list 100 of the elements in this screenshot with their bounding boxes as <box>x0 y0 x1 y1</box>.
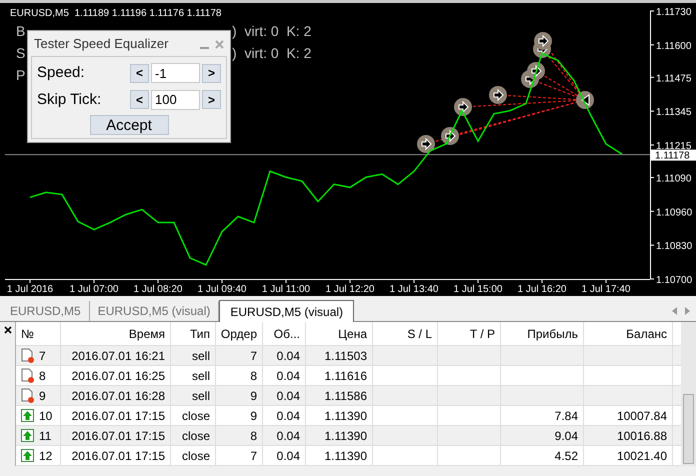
table-cell-text: 2016.07.01 16:21 <box>72 348 165 364</box>
info-text: ) virt: 0 K: 2 <box>232 22 312 41</box>
price-label: 1.11475 <box>656 73 692 84</box>
table-cell-text: 0.04 <box>276 428 300 444</box>
table-cell-text: 0.04 <box>276 448 300 464</box>
table-cell-text: 0.04 <box>276 408 300 424</box>
value-field[interactable]: -1 <box>151 63 200 84</box>
scroll-right-icon[interactable] <box>685 307 690 315</box>
document-icon <box>21 348 34 363</box>
time-label: 1 Jul 12:20 <box>326 284 374 295</box>
column-header[interactable]: № <box>16 322 61 345</box>
up-arrow-icon <box>21 429 34 442</box>
table-row[interactable]: 8 2016.07.01 16:25 sell 8 0.04 1.11616 <box>16 366 681 386</box>
table-cell-text: 10016.88 <box>616 428 667 444</box>
table-cell-text: 9 <box>250 408 257 424</box>
column-header[interactable]: Цена <box>306 322 373 345</box>
increase-button[interactable]: > <box>202 64 221 83</box>
document-icon <box>21 368 34 383</box>
scroll-left-icon[interactable] <box>672 307 677 315</box>
table-cell-text: 1.11503 <box>324 348 367 364</box>
table-cell-text: 10 <box>39 408 52 424</box>
field-label: Speed: <box>37 63 86 83</box>
table-cell-text: 10007.84 <box>616 408 667 424</box>
panel-title: Tester Speed Equalizer <box>34 35 168 54</box>
increase-button[interactable]: > <box>202 90 221 110</box>
accept-button[interactable]: Accept <box>90 115 168 135</box>
table-cell-text: 1.11586 <box>324 388 367 404</box>
table-cell-text: sell <box>192 368 210 384</box>
price-label: 1.10700 <box>656 275 692 286</box>
table-cell-text: 1.11390 <box>324 408 367 424</box>
column-header[interactable]: S / L <box>373 322 438 345</box>
table-cell-text: 2016.07.01 17:15 <box>72 428 165 444</box>
info-text: ) virt: 0 K: 2 <box>232 44 312 63</box>
table-cell-text: 9.04 <box>554 428 578 444</box>
table-cell-text: 9 <box>250 388 257 404</box>
table-cell-text: 1.11616 <box>324 368 367 384</box>
column-header[interactable]: Об... <box>263 322 306 345</box>
info-text: P <box>16 66 26 83</box>
time-label: 1 Jul 16:20 <box>518 284 566 295</box>
table-cell-text: 0.04 <box>276 388 300 404</box>
column-header[interactable]: Время <box>61 322 171 345</box>
time-label: 1 Jul 08:20 <box>134 284 182 295</box>
column-header[interactable]: Баланс <box>584 322 673 345</box>
info-text: S <box>16 44 26 61</box>
table-row[interactable]: 7 2016.07.01 16:21 sell 7 0.04 1.11503 <box>16 346 681 366</box>
decrease-button[interactable]: < <box>130 64 149 83</box>
table-row[interactable]: 12 2016.07.01 17:15 close 7 0.04 1.11390 4.52 10021.40 <box>16 446 681 466</box>
value-field[interactable]: 100 <box>151 90 200 110</box>
table-cell-text: 11 <box>39 428 52 444</box>
table-cell-text: 9 <box>39 388 46 404</box>
table-cell-text: sell <box>192 348 210 364</box>
document-icon <box>21 388 34 403</box>
field-label: Skip Tick: <box>37 90 102 110</box>
tab[interactable]: EURUSD,M5 (visual) <box>219 300 354 322</box>
table-cell-text: 2016.07.01 16:25 <box>72 368 165 384</box>
close-icon[interactable] <box>4 326 12 334</box>
column-header[interactable]: Ордер <box>216 322 263 345</box>
price-label: 1.11730 <box>656 7 692 18</box>
table-cell-text: 8 <box>250 368 257 384</box>
table-cell-text: 2016.07.01 17:15 <box>72 448 165 464</box>
price-label: 1.10960 <box>656 207 692 218</box>
table-cell-text: 4.52 <box>554 448 578 464</box>
scrollbar[interactable] <box>681 322 696 466</box>
up-arrow-icon <box>21 409 34 422</box>
table-row[interactable]: 11 2016.07.01 17:15 close 8 0.04 1.11390 9.04 10016.88 <box>16 426 681 446</box>
table-row[interactable]: 10 2016.07.01 17:15 close 9 0.04 1.11390 7.84 10007.84 <box>16 406 681 426</box>
price-label: 1.11090 <box>656 174 692 185</box>
ref-line-label: 1.11178 <box>655 150 690 162</box>
price-label: 1.11215 <box>656 141 692 152</box>
table-cell-text: 0.04 <box>276 348 300 364</box>
column-header[interactable]: Тип <box>171 322 216 345</box>
up-arrow-icon <box>21 449 34 462</box>
time-label: 1 Jul 11:00 <box>262 284 310 295</box>
column-header[interactable]: Прибыль <box>501 322 584 345</box>
table-cell-text: close <box>182 448 210 464</box>
time-label: 1 Jul 15:00 <box>454 284 502 295</box>
price-label: 1.11345 <box>656 107 692 118</box>
chart-header: EURUSD,M5 1.11189 1.11196 1.11176 1.11178 <box>10 8 222 19</box>
table-cell-text: 0.04 <box>276 368 300 384</box>
table-cell-text: 7.84 <box>554 408 578 424</box>
time-label: 1 Jul 09:40 <box>198 284 246 295</box>
table-cell-text: 1.11390 <box>324 448 367 464</box>
table-cell-text: close <box>182 428 210 444</box>
tab[interactable]: EURUSD,M5 <box>2 301 90 321</box>
price-label: 1.10830 <box>656 241 692 252</box>
decrease-button[interactable]: < <box>130 90 149 110</box>
column-header[interactable]: T / P <box>438 322 501 345</box>
scrollbar-thumb[interactable] <box>683 394 694 464</box>
table-cell-text: 10021.40 <box>616 448 667 464</box>
table-cell-text: 2016.07.01 16:28 <box>72 388 165 404</box>
table-cell-text: 8 <box>39 368 46 384</box>
time-label: 1 Jul 17:40 <box>582 284 630 295</box>
current-price-label: 1.11178 <box>651 150 696 162</box>
table-cell-text: 2016.07.01 17:15 <box>72 408 165 424</box>
table-cell-text: 7 <box>39 348 46 364</box>
table-row[interactable]: 9 2016.07.01 16:28 sell 9 0.04 1.11586 <box>16 386 681 406</box>
time-label: 1 Jul 2016 <box>6 284 54 295</box>
table-cell-text: 7 <box>250 348 257 364</box>
table-cell-text: sell <box>192 388 210 404</box>
table-cell-text: 7 <box>250 448 257 464</box>
